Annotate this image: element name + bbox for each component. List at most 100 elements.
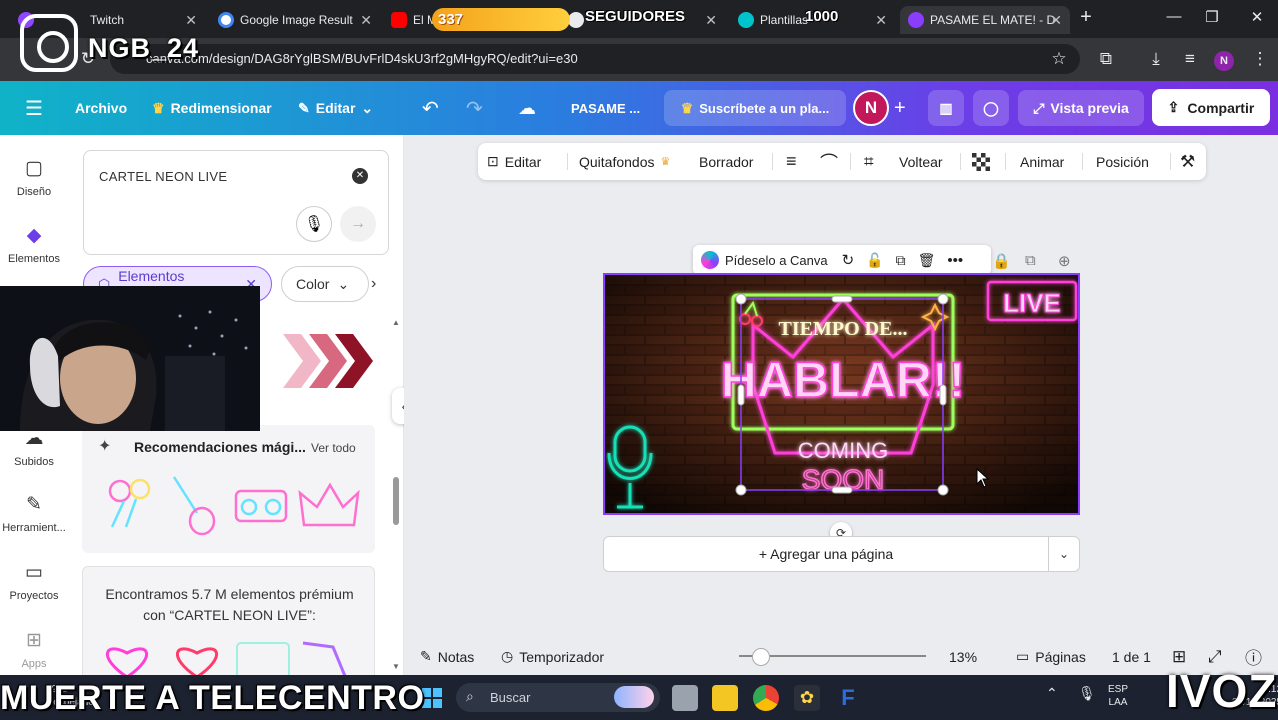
resize-handle[interactable] — [737, 384, 745, 406]
corner-rounding-icon[interactable]: ⌒ — [820, 143, 838, 180]
microphone-icon[interactable]: 🎙 — [296, 206, 332, 242]
resize-handle[interactable] — [939, 384, 947, 406]
search-input[interactable]: CARTEL NEON LIVE ✕ 🎙 → — [83, 150, 389, 255]
filter-chip-color[interactable]: Color ⌄ — [281, 266, 369, 302]
more-options-icon[interactable]: ••• — [947, 252, 963, 269]
file-explorer-icon[interactable] — [712, 685, 738, 711]
app-icon[interactable]: ✿ — [794, 685, 820, 711]
minimize-button[interactable]: — — [1160, 8, 1188, 25]
position-button[interactable]: Posición — [1096, 143, 1149, 180]
close-icon[interactable]: ✕ — [705, 12, 717, 29]
zoom-level[interactable]: 13% — [949, 640, 977, 673]
scroll-up-icon[interactable]: ▲ — [392, 318, 400, 327]
close-window-button[interactable]: ✕ — [1243, 8, 1271, 26]
lock-icon[interactable]: 🔓 — [866, 252, 883, 269]
crop-icon[interactable]: ⌗ — [864, 143, 874, 180]
page-add-icon[interactable]: ⊕ — [1058, 252, 1071, 270]
animate-button[interactable]: Animar — [1020, 143, 1064, 180]
microphone-tray-icon[interactable]: 🎙 — [1078, 686, 1096, 700]
crown-graphic[interactable] — [298, 482, 360, 527]
see-all-link[interactable]: Ver todo — [311, 441, 356, 455]
boombox-graphic[interactable] — [234, 489, 288, 523]
tab-pasame-el-mate[interactable]: PASAME EL MATE! - D ✕ — [900, 6, 1070, 34]
new-tab-button[interactable]: + — [1072, 6, 1100, 29]
taskbar-search[interactable]: ⌕ Buscar — [456, 683, 660, 712]
close-icon[interactable]: ✕ — [1050, 12, 1062, 29]
task-view-icon[interactable] — [672, 685, 698, 711]
resize-handle[interactable] — [937, 484, 949, 496]
resize-handle[interactable] — [831, 295, 853, 303]
clear-search-icon[interactable]: ✕ — [352, 168, 368, 184]
insights-icon[interactable]: ▥ — [928, 90, 964, 126]
broken-heart-graphic[interactable] — [175, 647, 219, 679]
restore-button[interactable]: ❐ — [1198, 8, 1226, 26]
rail-item-projects[interactable]: ▭ Proyectos — [0, 561, 68, 602]
paint-roller-icon[interactable]: ⚒ — [1180, 143, 1195, 180]
resize-button[interactable]: ♛ Redimensionar — [152, 81, 272, 135]
resize-handle[interactable] — [831, 486, 853, 494]
duplicate-icon[interactable]: ⧉ — [896, 252, 906, 269]
pages-button[interactable]: ▭ Páginas — [1016, 640, 1086, 673]
panel-scrollbar[interactable] — [393, 477, 399, 525]
transparency-icon[interactable] — [972, 143, 990, 180]
media-controls-icon[interactable]: ≡ — [1178, 49, 1202, 69]
close-icon[interactable]: ✕ — [185, 12, 197, 29]
rail-item-elements[interactable]: ◆ Elementos — [0, 224, 68, 265]
undo-icon[interactable]: ↶ — [422, 81, 439, 135]
flip-button[interactable]: Voltear — [899, 143, 943, 180]
add-collaborator-button[interactable]: + — [894, 81, 906, 135]
rail-item-design[interactable]: ▢ Diseño — [0, 157, 68, 198]
chevron-right-icon[interactable]: › — [371, 275, 376, 293]
tab-google-image[interactable]: Google Image Result ✕ — [210, 6, 380, 34]
extensions-icon[interactable]: ⧉ — [1094, 49, 1118, 69]
address-bar[interactable]: canva.com/design/DAG8rYglBSM/BUvFrlD4skU… — [110, 44, 1080, 74]
close-icon[interactable]: ✕ — [360, 12, 372, 29]
chrome-icon[interactable] — [753, 685, 779, 711]
trash-icon[interactable]: 🗑 — [918, 252, 936, 269]
resize-handle[interactable] — [735, 293, 747, 305]
download-icon[interactable]: ⤓ — [1144, 49, 1168, 69]
rail-item-tools[interactable]: ✎ Herramient... — [0, 493, 68, 534]
lollipop-graphic[interactable] — [108, 478, 151, 528]
border-style-icon[interactable]: ≡ — [786, 143, 797, 180]
rotate-icon[interactable]: ↻ — [842, 251, 855, 269]
edit-menu[interactable]: ✎ Editar ⌄ — [298, 81, 373, 135]
zoom-slider-thumb[interactable] — [752, 648, 770, 666]
language-indicator[interactable]: ESP LAA — [1108, 683, 1128, 709]
chevron-arrows-graphic[interactable] — [283, 332, 378, 390]
design-title[interactable]: PASAME ... — [571, 81, 640, 135]
browser-menu-icon[interactable]: ⋮ — [1248, 49, 1272, 69]
resize-handle[interactable] — [937, 293, 949, 305]
hamburger-menu-icon[interactable]: ☰ — [25, 81, 43, 135]
add-page-dropdown[interactable]: ⌄ — [1048, 536, 1080, 572]
app-f-icon[interactable]: F — [835, 685, 861, 711]
tab-youtube[interactable]: El M — [383, 6, 433, 34]
redo-icon[interactable]: ↷ — [466, 81, 483, 135]
page-counter[interactable]: 1 de 1 — [1112, 640, 1151, 673]
guitar-graphic[interactable] — [172, 476, 216, 536]
arrow-right-icon[interactable]: → — [340, 206, 376, 242]
cloud-saved-icon[interactable]: ☁ — [518, 81, 536, 135]
page-lock-icon[interactable]: 🔒 — [992, 252, 1011, 270]
resize-handle[interactable] — [735, 484, 747, 496]
notes-button[interactable]: ✎ Notas — [420, 640, 474, 673]
ask-canva-button[interactable]: Pídeselo a Canva — [725, 253, 828, 268]
page-duplicate-icon[interactable]: ⧉ — [1025, 252, 1036, 269]
bg-remover-button[interactable]: Quitafondos ♛ — [579, 143, 670, 180]
close-icon[interactable]: ✕ — [875, 12, 887, 29]
file-menu[interactable]: Archivo — [75, 81, 127, 135]
subscribe-button[interactable]: ♛ Suscríbete a un pla... — [664, 90, 846, 126]
share-button[interactable]: ⇪ Compartir — [1152, 89, 1270, 126]
comments-icon[interactable]: ◯ — [973, 90, 1009, 126]
add-page-button[interactable]: + Agregar una página — [603, 536, 1049, 572]
rail-item-apps[interactable]: ⊞ Apps — [0, 629, 68, 670]
heart-graphic[interactable] — [105, 647, 149, 679]
scroll-down-icon[interactable]: ▼ — [392, 662, 400, 671]
eraser-button[interactable]: Borrador — [699, 143, 753, 180]
show-hidden-icons[interactable]: ⌃ — [1046, 686, 1058, 700]
preview-button[interactable]: ⤢ Vista previa — [1018, 90, 1144, 126]
design-page[interactable]: TIEMPO DE... HABLAR!! COMING SOON LIVE — [603, 273, 1080, 515]
bookmark-star-icon[interactable]: ☆ — [1047, 49, 1071, 69]
timer-button[interactable]: ◷ Temporizador — [501, 640, 604, 673]
profile-avatar[interactable]: N — [1214, 51, 1234, 71]
